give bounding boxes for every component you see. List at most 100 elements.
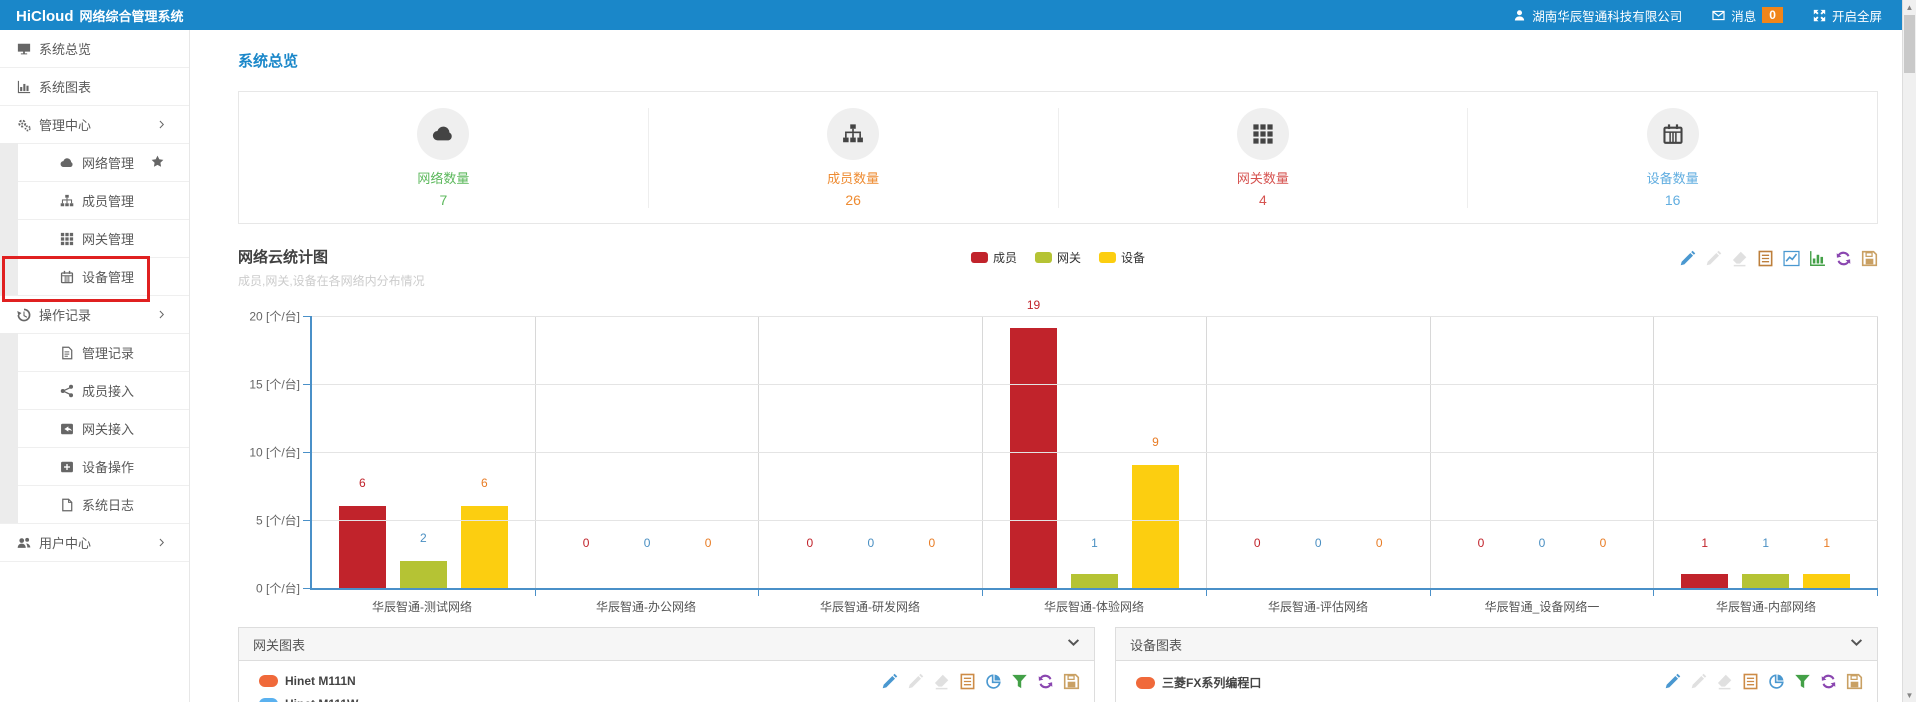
x-axis-category-label: 华辰智通-内部网络 [1654,598,1878,615]
sidebar-item-gateway-management[interactable]: 网关管理 [0,220,189,258]
sidebar: 系统总览系统图表管理中心网络管理成员管理网关管理设备管理操作记录管理记录成员接入… [0,30,190,702]
legend-item[interactable]: 成员 [971,249,1017,266]
funnel-tool[interactable] [1794,673,1811,690]
bar-value-label: 0 [1285,536,1352,550]
stat-value: 26 [649,192,1058,208]
desktop-icon [17,42,31,56]
pen-tool[interactable] [1690,673,1707,690]
gridline [312,520,1878,521]
pen-tool[interactable] [1705,250,1722,267]
bar-value-label: 0 [1569,536,1636,550]
grid-icon [1252,123,1274,145]
sidebar-item-label: 系统总览 [39,39,91,58]
messages-menu[interactable]: 消息 0 [1712,6,1783,25]
pen-tool[interactable] [1679,250,1696,267]
chart-toolbox [1679,250,1878,267]
panel-header-gateway-chart[interactable]: 网关图表 [239,628,1094,661]
sidebar-item-member-access[interactable]: 成员接入 [0,372,189,410]
sidebar-item-operation-records[interactable]: 操作记录 [0,296,189,334]
save-tool[interactable] [1861,250,1878,267]
sidebar-item-device-operation[interactable]: 设备操作 [0,448,189,486]
bar-chart-tool[interactable] [1809,250,1826,267]
legend-item[interactable]: 设备 [1099,249,1145,266]
bar-value-label: 0 [1447,536,1514,550]
legend-item[interactable]: 网关 [1035,249,1081,266]
panel-legend-swatch [1136,677,1155,689]
pen-tool[interactable] [881,673,898,690]
sidebar-item-gateway-access[interactable]: 网关接入 [0,410,189,448]
eraser-tool[interactable] [933,673,950,690]
app-brand: HiCloud 网络综合管理系统 [16,6,184,25]
collapse-toggle[interactable] [1850,636,1863,652]
pie-chart-tool[interactable] [985,673,1002,690]
sidebar-item-member-management[interactable]: 成员管理 [0,182,189,220]
refresh-tool[interactable] [1835,250,1852,267]
plus-square-icon [60,460,74,474]
save-icon [1861,250,1878,267]
collapse-toggle[interactable] [1067,636,1080,652]
sidebar-item-management-records[interactable]: 管理记录 [0,334,189,372]
sidebar-item-management-center[interactable]: 管理中心 [0,106,189,144]
y-axis-label: 20 [个/台] [249,308,300,325]
data-view-tool[interactable] [1757,250,1774,267]
funnel-tool[interactable] [1011,673,1028,690]
sidebar-item-device-management[interactable]: 设备管理 [0,258,189,296]
refresh-tool[interactable] [1037,673,1054,690]
sidebar-item-system-charts[interactable]: 系统图表 [0,68,189,106]
line-chart-tool[interactable] [1783,250,1800,267]
panel-title: 网关图表 [253,635,305,654]
bar-设备 [1803,574,1850,588]
y-axis-tick [303,520,310,521]
sidebar-item-system-overview[interactable]: 系统总览 [0,30,189,68]
stat-item: 网关数量4 [1058,108,1468,208]
pen-tool[interactable] [1664,673,1681,690]
panel-toolbox [1664,673,1863,690]
sidebar-item-network-management[interactable]: 网络管理 [0,144,189,182]
pen-tool[interactable] [907,673,924,690]
bar-value-label: 9 [1122,435,1189,449]
eraser-tool[interactable] [1731,250,1748,267]
legend-swatch [1099,252,1116,263]
save-tool[interactable] [1063,673,1080,690]
sidebar-item-user-center[interactable]: 用户中心 [0,524,189,562]
scroll-down-arrow[interactable]: ▼ [1903,688,1916,702]
company-menu[interactable]: 湖南华辰智通科技有限公司 [1513,6,1682,25]
sidebar-item-system-logs[interactable]: 系统日志 [0,486,189,524]
fullscreen-button[interactable]: 开启全屏 [1813,6,1882,25]
company-name: 湖南华辰智通科技有限公司 [1532,6,1682,25]
panel-legend-label: Hinet M111W [285,697,358,702]
chart-subtitle: 成员,网关,设备在各网络内分布情况 [238,272,1878,289]
vertical-scrollbar[interactable]: ▲ ▼ [1902,0,1916,702]
y-axis-label: 10 [个/台] [249,444,300,461]
data-view-tool[interactable] [959,673,976,690]
eraser-icon [1716,673,1733,690]
refresh-icon [1037,673,1054,690]
panel-body: Hinet M111NHinet M111W [239,661,1094,702]
sidebar-item-label: 设备管理 [82,267,134,286]
sidebar-item-label: 成员管理 [82,191,134,210]
eraser-tool[interactable] [1716,673,1733,690]
x-axis-category-label: 华辰智通-办公网络 [534,598,758,615]
eraser-icon [933,673,950,690]
cloud-icon [60,156,74,170]
panel-header-device-chart[interactable]: 设备图表 [1116,628,1877,661]
scrollbar-thumb[interactable] [1904,15,1915,73]
bar-成员 [339,506,386,588]
pen-icon [1679,250,1696,267]
calendar-icon [1662,123,1684,145]
stat-value: 7 [239,192,648,208]
scroll-up-arrow[interactable]: ▲ [1903,0,1916,14]
line-chart-icon [1783,250,1800,267]
stat-icon-circle [1237,108,1289,160]
pie-chart-tool[interactable] [1768,673,1785,690]
panel-legend-label: 三菱FX系列编程口 [1162,674,1261,691]
bar-value-label: 0 [776,536,843,550]
panel-legend-item[interactable]: Hinet M111W [259,697,1080,702]
legend-swatch [1035,252,1052,263]
y-axis-label: 0 [个/台] [256,580,300,597]
data-view-tool[interactable] [1742,673,1759,690]
main-content: 系统总览 网络数量7成员数量26网关数量4设备数量16 网络云统计图 成员,网关… [190,30,1902,702]
refresh-tool[interactable] [1820,673,1837,690]
save-tool[interactable] [1846,673,1863,690]
x-axis-tick [1877,590,1878,596]
